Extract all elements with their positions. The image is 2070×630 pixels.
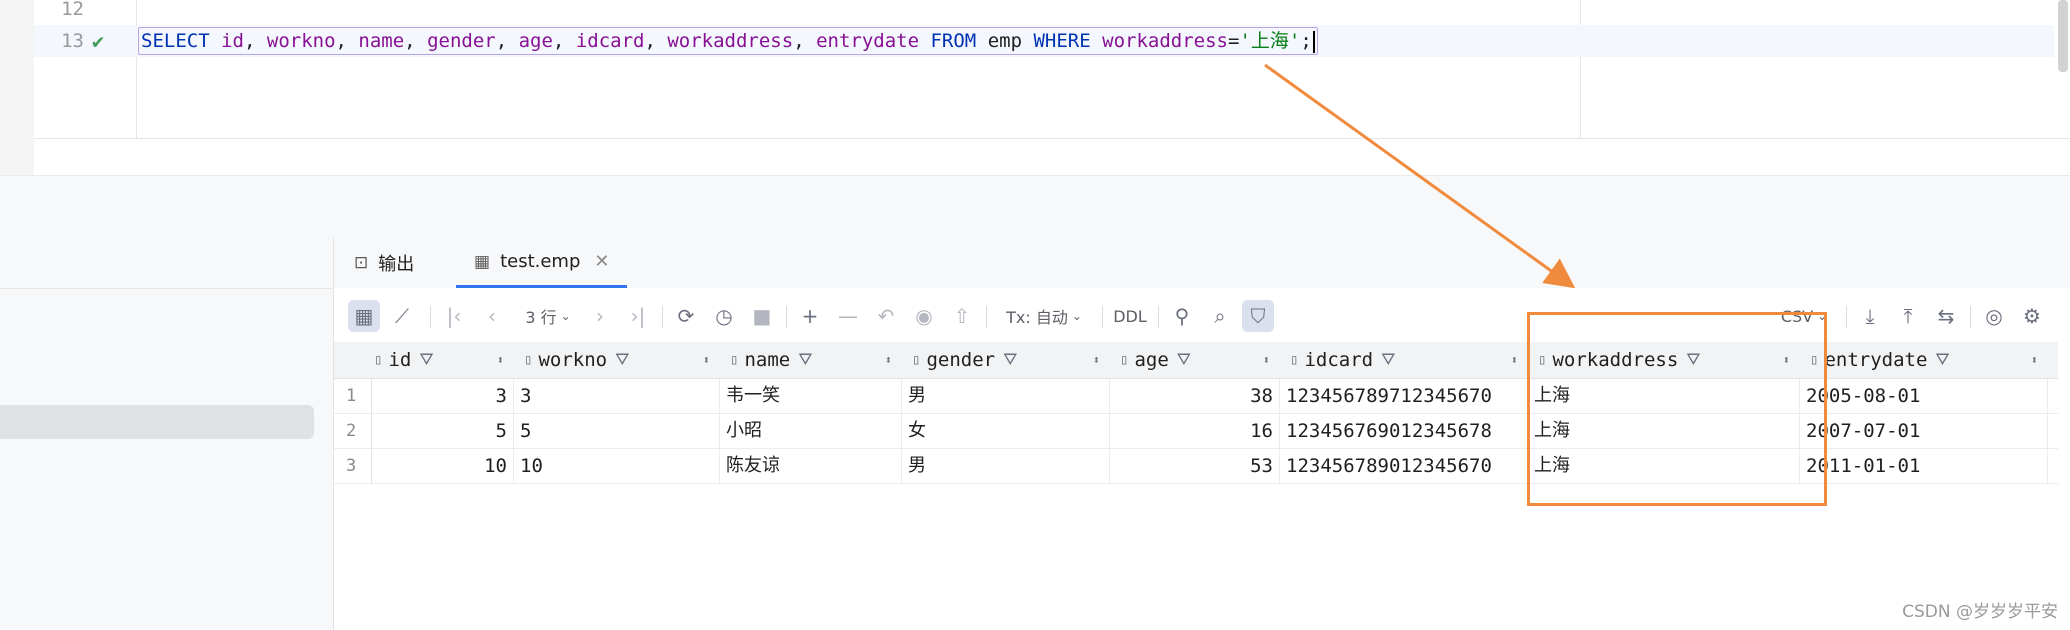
annotation-highlight-box [1527, 312, 1827, 506]
watermark: CSDN @岁岁岁平安 [1902, 602, 2058, 622]
